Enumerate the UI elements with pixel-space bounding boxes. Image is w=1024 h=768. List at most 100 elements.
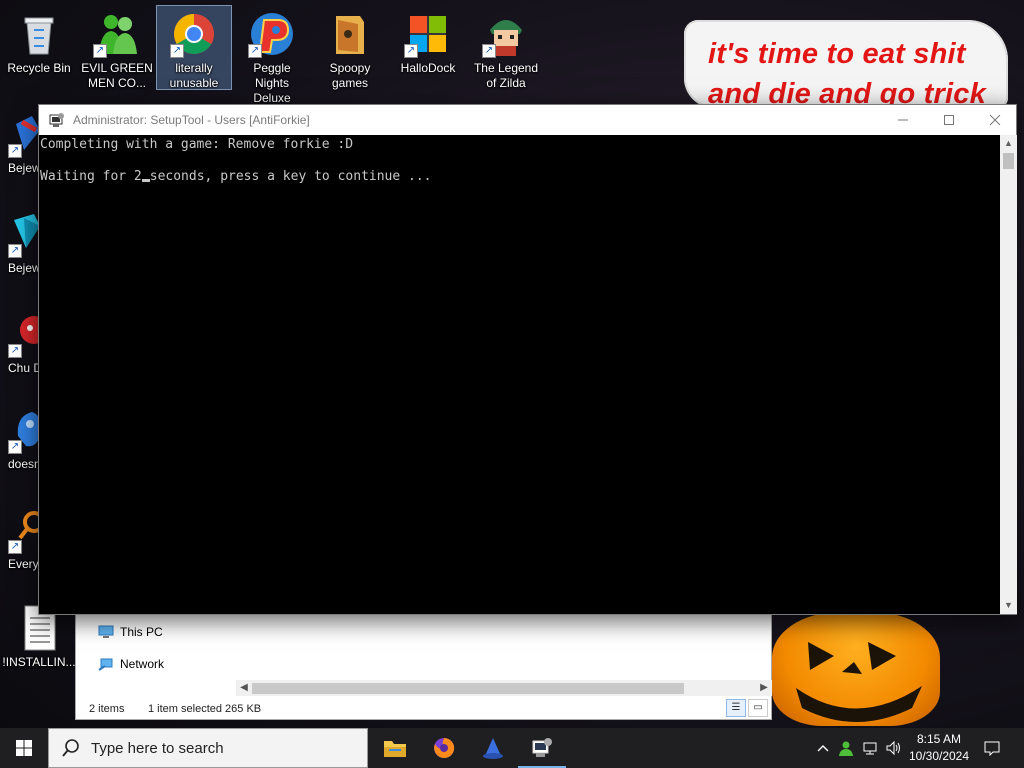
folder-icon — [326, 10, 374, 58]
shortcut-arrow-icon: ↗ — [8, 144, 22, 158]
search-placeholder: Type here to search — [91, 739, 224, 757]
desktop-icon-label: Recycle Bin — [7, 61, 71, 75]
pumpkin-decoration-icon — [772, 612, 940, 726]
search-icon — [62, 739, 79, 757]
network-wired-icon — [863, 742, 877, 755]
desktop-icon-legend-of-zilda[interactable]: ↗ The Legend of Zilda — [469, 6, 543, 91]
close-button[interactable] — [972, 105, 1018, 135]
windows-start-icon — [16, 740, 32, 756]
title-bar[interactable]: Administrator: SetupTool - Users [AntiFo… — [39, 105, 1016, 135]
windows-logo-icon: ↗ — [404, 10, 452, 58]
tray-volume[interactable] — [883, 728, 903, 768]
zilda-character-icon: ↗ — [482, 10, 530, 58]
shortcut-arrow-icon: ↗ — [404, 44, 418, 58]
console-line-1: Completing with a game: Remove forkie :D — [40, 137, 354, 152]
setup-tool-icon — [532, 738, 552, 757]
blue-blob-icon: ↗ — [8, 406, 41, 454]
maximize-button[interactable] — [926, 105, 972, 135]
bejeweled-gem-icon: ↗ — [8, 110, 40, 158]
shortcut-arrow-icon: ↗ — [8, 244, 22, 258]
scroll-right-icon[interactable]: ▶ — [756, 680, 772, 696]
scroll-up-icon[interactable]: ▲ — [1000, 135, 1017, 152]
taskbar-clock[interactable]: 8:15 AM 10/30/2024 — [906, 731, 972, 765]
desktop-icon-evil-green-men[interactable]: ↗ EVIL GREEN MEN CO... — [80, 6, 154, 91]
network-icon — [98, 658, 113, 671]
nav-item-label: This PC — [120, 625, 163, 639]
shortcut-arrow-icon: ↗ — [8, 540, 22, 554]
computer-icon — [98, 625, 114, 638]
banner-line-1: it's time to eat shit — [708, 38, 966, 70]
nav-item-this-pc[interactable]: This PC — [98, 625, 163, 639]
magnifier-icon: ↗ — [8, 506, 45, 554]
desktop-icon-label: The Legend of Zilda — [473, 61, 539, 90]
speaker-icon — [886, 740, 900, 756]
window-title: Administrator: SetupTool - Users [AntiFo… — [73, 113, 310, 127]
taskbar-search-box[interactable]: Type here to search — [48, 728, 368, 768]
recycle-bin-icon — [15, 10, 63, 58]
nav-item-network[interactable]: Network — [98, 657, 164, 671]
firefox-icon — [434, 737, 455, 758]
scrollbar-thumb[interactable] — [1003, 153, 1014, 169]
file-explorer-window[interactable]: This PC Network ◀ ▶ 2 items 1 item selec… — [75, 612, 772, 720]
tray-people-app[interactable] — [836, 728, 856, 768]
minimize-icon — [898, 119, 908, 121]
clock-time: 8:15 AM — [916, 732, 962, 746]
diamond-icon: ↗ — [8, 210, 40, 258]
desktop-icon-label: Peggle Nights Deluxe — [253, 61, 291, 105]
console-line-2: Waiting for 2 seconds, press a key to con… — [40, 169, 432, 185]
scroll-left-icon[interactable]: ◀ — [236, 680, 252, 696]
shortcut-arrow-icon: ↗ — [93, 44, 107, 58]
nav-item-label: Network — [120, 657, 165, 671]
taskbar-wizard-app[interactable] — [469, 728, 517, 768]
large-icons-view-icon[interactable]: ▭ — [748, 699, 768, 717]
scrollbar-thumb[interactable] — [252, 683, 684, 694]
close-icon — [989, 114, 1001, 126]
desktop-icon-label: literally unusable — [169, 61, 219, 90]
chevron-up-icon — [817, 745, 829, 752]
people-icon — [839, 741, 853, 756]
taskbar-file-explorer[interactable] — [371, 728, 419, 768]
status-bar: 2 items 1 item selected 265 KB — [76, 699, 771, 719]
maximize-icon — [944, 115, 954, 125]
desktop-icon-recycle-bin[interactable]: Recycle Bin — [2, 6, 76, 76]
taskbar-setup-tool[interactable] — [518, 728, 566, 768]
minimize-button[interactable] — [880, 105, 926, 135]
desktop-banner: it's time to eat shit and die and go tri… — [684, 20, 1008, 110]
console-output[interactable]: Completing with a game: Remove forkie :D… — [39, 135, 1000, 614]
action-center-button[interactable] — [980, 728, 1004, 768]
taskbar: Type here to search 8:15 AM 10/30/2024 — [0, 728, 1024, 768]
folder-icon — [384, 741, 406, 757]
desktop-icon-chrome[interactable]: ↗ literally unusable — [156, 5, 232, 90]
show-hidden-icons-button[interactable] — [814, 728, 832, 768]
text-cursor — [141, 179, 150, 182]
banner-text: it's time to eat shit and die and go tri… — [708, 34, 986, 114]
setup-tool-icon — [49, 113, 64, 127]
taskbar-firefox[interactable] — [420, 728, 468, 768]
shortcut-arrow-icon: ↗ — [8, 440, 22, 454]
status-selection: 1 item selected 265 KB — [148, 703, 262, 715]
console-window[interactable]: Administrator: SetupTool - Users [AntiFo… — [38, 104, 1017, 615]
desktop-icon-label: HalloDock — [400, 61, 456, 75]
desktop-icon-label: !INSTALLIN... — [2, 655, 76, 669]
chrome-icon: ↗ — [170, 10, 218, 58]
desktop-icon-label: EVIL GREEN MEN CO... — [81, 61, 153, 90]
start-button[interactable] — [0, 728, 48, 768]
shortcut-arrow-icon: ↗ — [8, 344, 22, 358]
status-item-count: 2 items — [89, 703, 125, 715]
desktop-icon-hallodock[interactable]: ↗ HalloDock — [391, 6, 465, 76]
tray-network[interactable] — [860, 728, 880, 768]
shortcut-arrow-icon: ↗ — [248, 44, 262, 58]
horizontal-scrollbar[interactable]: ◀ ▶ — [236, 680, 772, 696]
desktop-icon-peggle[interactable]: ↗ Peggle Nights Deluxe — [235, 6, 309, 106]
shortcut-arrow-icon: ↗ — [170, 44, 184, 58]
vertical-scrollbar[interactable]: ▲ ▼ — [1000, 135, 1017, 614]
messenger-people-icon: ↗ — [93, 10, 141, 58]
scroll-down-icon[interactable]: ▼ — [1000, 597, 1017, 614]
desktop-icon-label: Spoopy games — [329, 61, 371, 90]
clock-date: 10/30/2024 — [908, 749, 970, 763]
details-view-icon[interactable]: ☰ — [726, 699, 746, 717]
notification-icon — [984, 741, 1000, 756]
desktop-icon-spoopy-games[interactable]: Spoopy games — [313, 6, 387, 91]
wizard-hat-icon — [483, 738, 503, 759]
chuzzle-icon: ↗ — [8, 310, 48, 358]
